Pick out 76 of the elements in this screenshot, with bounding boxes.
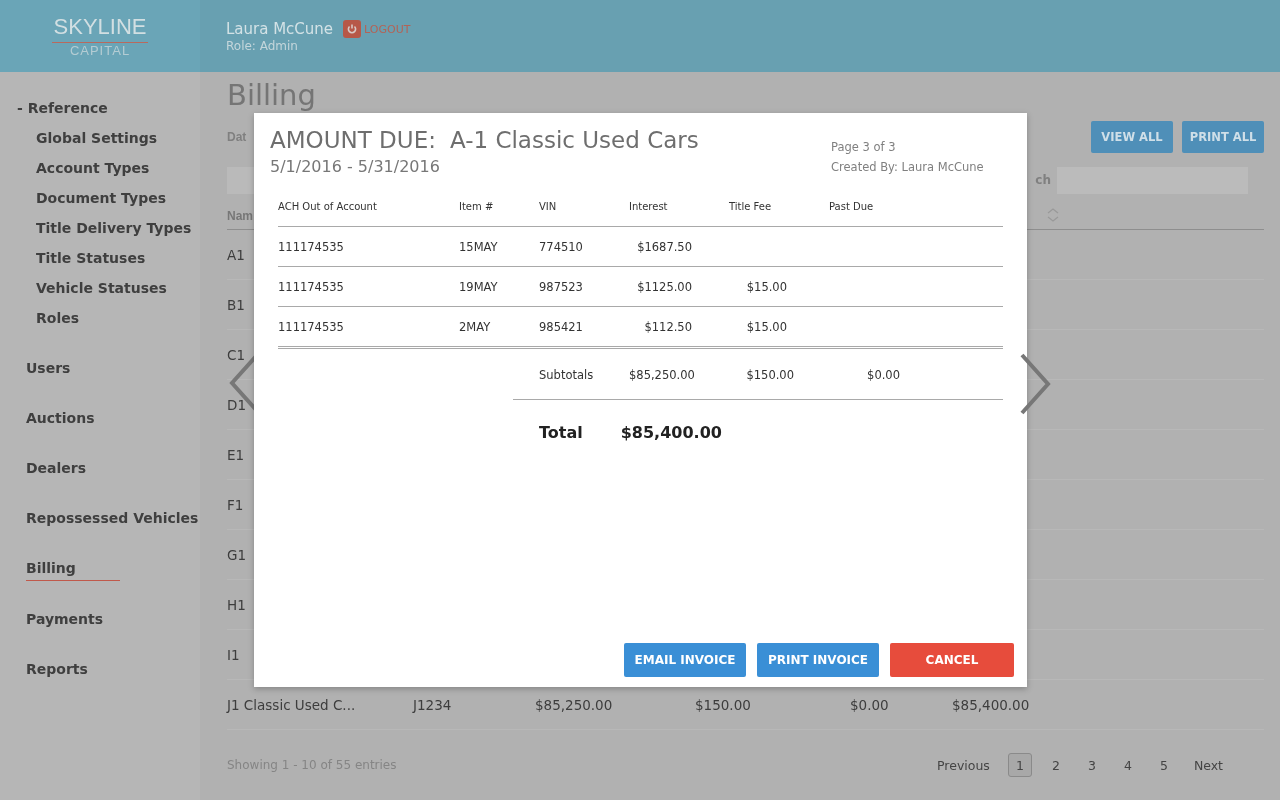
table-cell: B1 [227,296,245,313]
table-cell: I1 [227,646,240,663]
table-cell-text: $15.00 [745,319,788,334]
subtotal-value: $150.00 [745,367,795,382]
date-range: 5/1/2016 - 5/31/2016 [270,157,441,176]
column-header: Interest [629,201,669,212]
page-link[interactable]: 3 [1079,753,1104,777]
nav-item[interactable]: Title Delivery Types [36,218,192,248]
table-cell: J1 Classic Used C... [227,696,356,713]
table-cell: J1234 [413,696,452,713]
subtotals-label: Subtotals [539,367,595,382]
nav-item[interactable]: Roles [36,308,80,338]
page-number: Page 3 of 3 [831,139,897,156]
page-link[interactable]: 5 [1151,753,1176,777]
total-value: $85,400.00 [620,422,722,442]
column-header: Title Fee [729,201,773,212]
nav-item[interactable]: Document Types [36,188,166,218]
table-cell: E1 [227,446,245,463]
total-label: Total [539,422,583,442]
table-cell: D1 [227,396,246,413]
table-cell: A1 [227,246,245,263]
nav-item[interactable]: Repossessed Vehicles [26,508,199,538]
page-link[interactable]: 4 [1115,753,1140,777]
previous-link[interactable]: Previous [925,757,1002,773]
table-cell-text: 987523 [539,279,584,294]
page-link[interactable]: 1 [1007,753,1032,777]
created-by: Created By: Laura McCune [831,159,985,176]
cancel-button[interactable]: CANCEL [890,643,1014,677]
subtotal-value: $85,250.00 [629,367,696,382]
next-link[interactable]: Next [1181,757,1235,773]
table-cell-text: 2MAY [459,319,492,334]
table-cell-text: $1687.50 [636,239,693,254]
table-cell-text: 19MAY [459,279,499,294]
page-title: Billing [227,77,317,114]
table-cell-text: $15.00 [745,279,788,294]
action-button[interactable]: EMAIL INVOICE [624,643,746,677]
table-cell: F1 [227,496,244,513]
nav-item[interactable]: Reports [26,659,88,689]
user-name: Laura McCune [226,20,334,38]
column-header: Past Due [829,201,875,212]
table-cell-text: 985421 [539,319,584,334]
page-link[interactable]: 2 [1043,753,1068,777]
table-cell: C1 [227,346,245,363]
nav-item[interactable]: Account Types [36,158,150,188]
table-cell-text: $112.50 [643,319,693,334]
user-role: Role: Admin [226,39,299,53]
column-header: Item # [459,201,495,212]
nav-item[interactable]: - Reference [17,98,108,128]
nav-item[interactable]: Auctions [26,408,95,438]
nav-item[interactable]: Billing [26,558,120,581]
power-icon [343,20,362,38]
nav-item[interactable]: Users [26,358,71,388]
column-header: ACH Out of Account [278,201,378,212]
table-cell: $85,400.00 [952,696,1030,713]
company-logo: SKYLINE CAPITAL [51,14,149,58]
table-cell: $85,250.00 [535,696,613,713]
subtotal-value: $0.00 [866,367,901,382]
nav-item[interactable]: Payments [26,609,104,639]
nav-item[interactable]: Title Statuses [36,248,146,278]
table-cell-text: 15MAY [459,239,499,254]
table-cell-text: 111174535 [278,279,345,294]
chevron-right-icon[interactable] [1020,353,1052,415]
nav-item[interactable]: Global Settings [36,128,158,158]
column-header: VIN [539,201,558,212]
table-cell: H1 [227,596,246,613]
nav-item[interactable]: Vehicle Statuses [36,278,167,308]
action-button[interactable]: PRINT INVOICE [757,643,879,677]
table-cell-text: 111174535 [278,239,345,254]
dialog-title: AMOUNT DUE: A-1 Classic Used Cars [270,127,699,153]
table-cell: G1 [227,546,247,563]
table-cell-text: 774510 [539,239,584,254]
table-cell-text: 111174535 [278,319,345,334]
table-cell: $150.00 [695,696,751,713]
nav-item[interactable]: Dealers [26,458,87,488]
table-cell-text: $1125.00 [636,279,693,294]
table-cell: $0.00 [850,696,889,713]
